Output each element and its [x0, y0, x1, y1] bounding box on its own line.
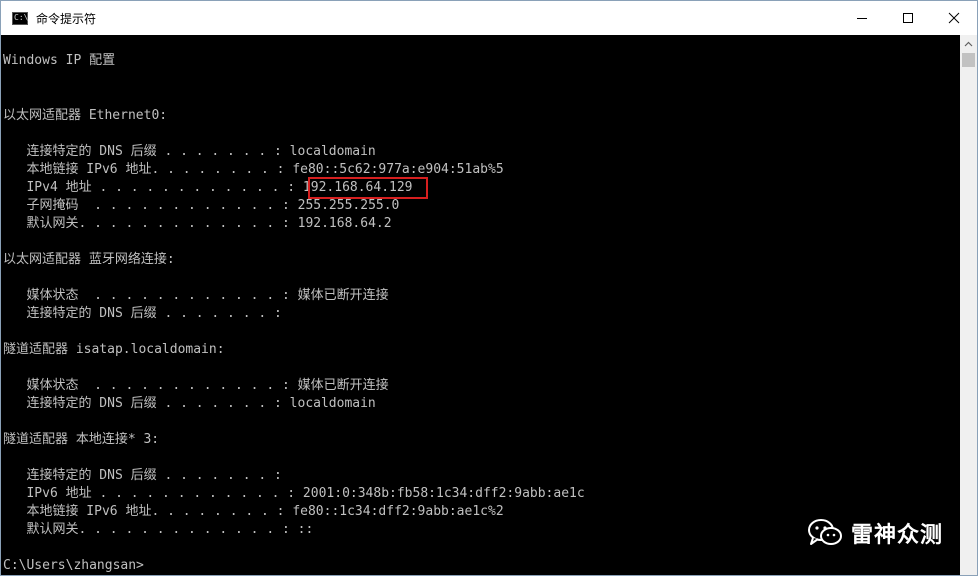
console-line: 连接特定的 DNS 后缀 . . . . . . . :: [3, 468, 282, 483]
wechat-icon: [808, 519, 842, 545]
console-line: Windows IP 配置: [3, 53, 116, 68]
console-line: 默认网关. . . . . . . . . . . . . : ::: [3, 522, 314, 537]
scroll-thumb[interactable]: [962, 53, 975, 67]
console-line: 媒体状态 . . . . . . . . . . . . : 媒体已断开连接: [3, 378, 389, 393]
title-bar[interactable]: C:\ 命令提示符: [1, 1, 977, 35]
command-prompt-window: C:\ 命令提示符 Windows IP 配置以太网适配器 Ethernet0:…: [0, 0, 978, 576]
console-line: 本地链接 IPv6 地址. . . . . . . . : fe80::5c62…: [3, 162, 504, 177]
close-button[interactable]: [931, 1, 977, 35]
console-app-icon[interactable]: C:\: [12, 11, 29, 25]
vertical-scrollbar[interactable]: [960, 35, 977, 575]
console-output[interactable]: Windows IP 配置以太网适配器 Ethernet0: 连接特定的 DNS…: [1, 35, 959, 575]
console-line: 连接特定的 DNS 后缀 . . . . . . . :: [3, 306, 282, 321]
maximize-icon: [903, 13, 913, 23]
console-line: 隧道适配器 isatap.localdomain:: [3, 342, 225, 357]
console-line: 连接特定的 DNS 后缀 . . . . . . . : localdomain: [3, 396, 376, 411]
console-line: 本地链接 IPv6 地址. . . . . . . . : fe80::1c34…: [3, 504, 504, 519]
console-line: C:\Users\zhangsan>: [3, 558, 144, 573]
ipv4-highlight-box: [308, 177, 428, 199]
console-line: 子网掩码 . . . . . . . . . . . . : 255.255.2…: [3, 198, 400, 213]
minimize-icon: [857, 18, 867, 19]
minimize-button[interactable]: [839, 1, 885, 35]
console-line: IPv6 地址 . . . . . . . . . . . . : 2001:0…: [3, 486, 585, 501]
scroll-up-button[interactable]: [960, 35, 977, 52]
close-icon: [948, 12, 960, 24]
console-line: 默认网关. . . . . . . . . . . . . : 192.168.…: [3, 216, 392, 231]
console-line: 连接特定的 DNS 后缀 . . . . . . . : localdomain: [3, 144, 376, 159]
console-line: 隧道适配器 本地连接* 3:: [3, 432, 160, 447]
watermark: 雷神众测: [807, 517, 943, 549]
console-line: 以太网适配器 蓝牙网络连接:: [3, 252, 175, 267]
scroll-up-arrow-icon: [964, 41, 973, 46]
console-line: 媒体状态 . . . . . . . . . . . . : 媒体已断开连接: [3, 288, 389, 303]
watermark-text: 雷神众测: [851, 523, 944, 548]
console-line: 以太网适配器 Ethernet0:: [3, 108, 168, 123]
window-title: 命令提示符: [36, 11, 97, 26]
console-glyph: C:\: [14, 12, 29, 22]
maximize-button[interactable]: [885, 1, 931, 35]
